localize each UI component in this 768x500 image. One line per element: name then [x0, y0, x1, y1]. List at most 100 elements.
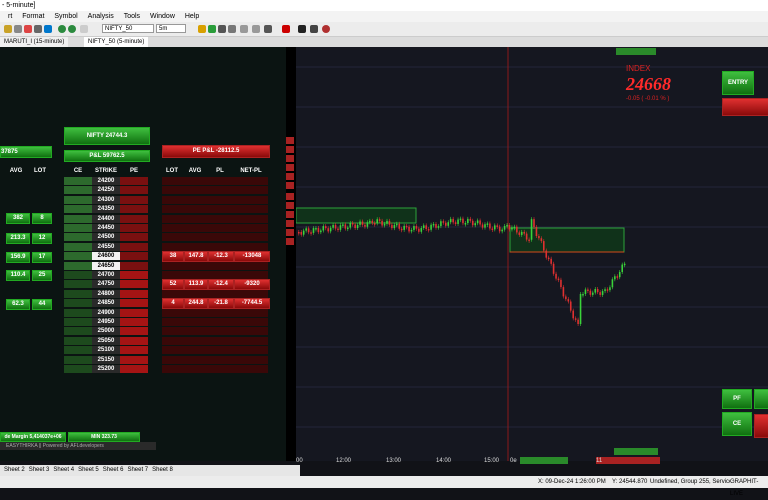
- ce-cell[interactable]: [64, 242, 92, 251]
- divider-mark[interactable]: [286, 220, 294, 227]
- print-icon[interactable]: [24, 25, 32, 33]
- menu-item-symbol[interactable]: Symbol: [54, 13, 77, 20]
- pencil-icon[interactable]: [298, 25, 306, 33]
- menu-item-format[interactable]: Format: [22, 13, 44, 20]
- pe-pnl-label[interactable]: PE P&L -28112.5: [162, 145, 270, 158]
- ce-cell[interactable]: [64, 214, 92, 223]
- ce-cell[interactable]: [64, 271, 92, 279]
- symbol-input[interactable]: NIFTY_50: [102, 24, 154, 33]
- menu-item-window[interactable]: Window: [150, 13, 175, 20]
- divider-mark[interactable]: [286, 146, 294, 153]
- refresh-icon[interactable]: [80, 25, 88, 33]
- open-icon[interactable]: [4, 25, 12, 33]
- pe-cell[interactable]: [120, 355, 148, 364]
- arc-icon[interactable]: [322, 25, 330, 33]
- ce-cell[interactable]: [64, 261, 92, 270]
- divider-mark[interactable]: [286, 238, 294, 245]
- pe-cell[interactable]: [120, 205, 148, 214]
- divider-mark[interactable]: [286, 211, 294, 218]
- pf-button[interactable]: PF: [722, 389, 752, 409]
- pnl-label[interactable]: P&L 59762.5: [64, 150, 150, 162]
- divider-mark[interactable]: [286, 173, 294, 180]
- pe-cell[interactable]: [120, 365, 148, 373]
- forward-icon[interactable]: [68, 25, 76, 33]
- ce-cell[interactable]: [64, 336, 92, 345]
- sheet-tab[interactable]: Sheet 2: [4, 467, 25, 473]
- sheet-tab[interactable]: Sheet 8: [152, 467, 173, 473]
- ce-cell[interactable]: [64, 177, 92, 185]
- zoom-icon[interactable]: [240, 25, 248, 33]
- pe-cell[interactable]: [120, 308, 148, 317]
- pe-cell[interactable]: [120, 261, 148, 270]
- pe-cell[interactable]: [120, 346, 148, 355]
- trendline-icon[interactable]: [310, 25, 318, 33]
- divider-mark[interactable]: [286, 229, 294, 236]
- ce-cell[interactable]: [64, 280, 92, 289]
- cut-icon[interactable]: [34, 25, 42, 33]
- ce-cell[interactable]: [64, 289, 92, 298]
- pe-cell[interactable]: [120, 280, 148, 289]
- ce-cell[interactable]: [64, 195, 92, 204]
- menu-item-analysis[interactable]: Analysis: [88, 13, 114, 20]
- sell-strip[interactable]: [596, 457, 660, 464]
- ce-cell[interactable]: [64, 355, 92, 364]
- tab-nifty[interactable]: NIFTY_50 (5-minute): [84, 37, 149, 47]
- ce-cell[interactable]: [64, 299, 92, 308]
- pe-cell[interactable]: [120, 242, 148, 251]
- entry-sell-button[interactable]: [722, 98, 768, 116]
- ce-cell[interactable]: [64, 205, 92, 214]
- ce-button[interactable]: CE: [722, 412, 752, 436]
- interval-select[interactable]: 5m: [156, 24, 186, 33]
- menu-item-help[interactable]: Help: [185, 13, 199, 20]
- divider-mark[interactable]: [286, 202, 294, 209]
- zoom-out-icon[interactable]: [252, 25, 260, 33]
- tab-maruti[interactable]: MARUTI_I (15-minute): [0, 37, 69, 47]
- pe-button[interactable]: [754, 414, 768, 438]
- back-icon[interactable]: [58, 25, 66, 33]
- entry-button[interactable]: ENTRY: [722, 71, 754, 95]
- pe-cell[interactable]: [120, 195, 148, 204]
- price-chart[interactable]: [296, 47, 768, 461]
- pe-cell[interactable]: [120, 299, 148, 308]
- pe-cell[interactable]: [120, 289, 148, 298]
- menu-item-file[interactable]: rt: [8, 13, 12, 20]
- sheet-tab[interactable]: Sheet 4: [53, 467, 74, 473]
- timeframe-strip[interactable]: [520, 457, 568, 464]
- pe-cell[interactable]: [120, 214, 148, 223]
- ce-cell[interactable]: [64, 233, 92, 242]
- line-icon[interactable]: [228, 25, 236, 33]
- pe-cell[interactable]: [120, 224, 148, 232]
- pe-cell[interactable]: [120, 233, 148, 242]
- chart-tools-strip[interactable]: [616, 48, 656, 55]
- ce-cell[interactable]: [64, 327, 92, 336]
- pe-cell[interactable]: [120, 177, 148, 185]
- divider-mark[interactable]: [286, 137, 294, 144]
- crosshair-icon[interactable]: [264, 25, 272, 33]
- bar-icon[interactable]: [218, 25, 226, 33]
- pf-side-button[interactable]: [754, 389, 768, 409]
- pe-cell[interactable]: [120, 252, 148, 261]
- ce-cell[interactable]: [64, 224, 92, 232]
- sheet-tab[interactable]: Sheet 3: [29, 467, 50, 473]
- ce-cell[interactable]: [64, 186, 92, 195]
- menu-item-tools[interactable]: Tools: [124, 13, 140, 20]
- sheet-tab[interactable]: Sheet 5: [78, 467, 99, 473]
- order-strip[interactable]: [614, 448, 658, 455]
- pe-cell[interactable]: [120, 336, 148, 345]
- save-icon[interactable]: [14, 25, 22, 33]
- sheet-tab[interactable]: Sheet 6: [103, 467, 124, 473]
- divider-mark[interactable]: [286, 155, 294, 162]
- divider-mark[interactable]: [286, 193, 294, 200]
- pe-cell[interactable]: [120, 186, 148, 195]
- divider-mark[interactable]: [286, 182, 294, 189]
- pe-cell[interactable]: [120, 318, 148, 326]
- ce-cell[interactable]: [64, 365, 92, 373]
- candle-icon[interactable]: [208, 25, 216, 33]
- nifty-label[interactable]: NIFTY 24744.3: [64, 127, 150, 145]
- ce-cell[interactable]: [64, 318, 92, 326]
- ce-cell[interactable]: [64, 308, 92, 317]
- ce-cell[interactable]: [64, 252, 92, 261]
- pane-divider[interactable]: [286, 47, 296, 461]
- pe-cell[interactable]: [120, 271, 148, 279]
- sheet-tab[interactable]: Sheet 7: [127, 467, 148, 473]
